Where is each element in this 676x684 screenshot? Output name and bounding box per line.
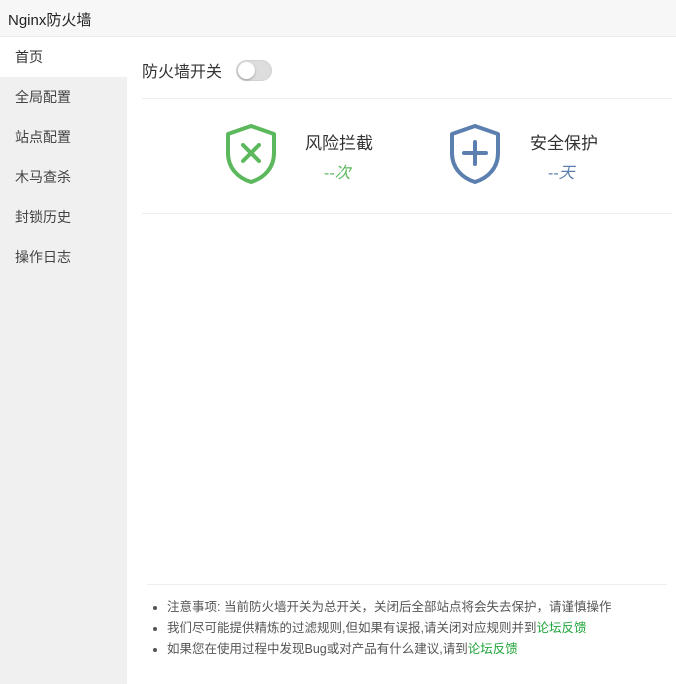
divider: [142, 213, 672, 214]
note-item: 如果您在使用过程中发现Bug或对产品有什么建议,请到论坛反馈: [167, 639, 672, 660]
sidebar-item-global-config[interactable]: 全局配置: [0, 77, 127, 117]
sidebar-item-block-history[interactable]: 封锁历史: [0, 197, 127, 237]
forum-feedback-link[interactable]: 论坛反馈: [468, 642, 518, 656]
title-bar: Nginx防火墙: [0, 0, 676, 37]
firewall-switch-label: 防火墙开关: [142, 64, 223, 81]
firewall-switch-row: 防火墙开关: [142, 58, 273, 82]
sidebar-item-site-config[interactable]: 站点配置: [0, 117, 127, 157]
sidebar: 首页 全局配置 站点配置 木马查杀 封锁历史 操作日志: [0, 37, 127, 684]
shield-plus-icon: [450, 124, 500, 184]
note-item: 注意事项: 当前防火墙开关为总开关，关闭后全部站点将会失去保护，请谨慎操作: [167, 597, 672, 618]
risk-intercept-value: --次: [324, 165, 351, 182]
risk-intercept-label: 风险拦截: [305, 134, 373, 153]
security-protection-value: --天: [548, 165, 575, 182]
notes-section: 注意事项: 当前防火墙开关为总开关，关闭后全部站点将会失去保护，请谨慎操作 我们…: [147, 597, 672, 660]
security-protection-label: 安全保护: [530, 134, 598, 153]
window-title: Nginx防火墙: [8, 12, 92, 29]
toggle-knob: [238, 61, 256, 79]
sidebar-item-home[interactable]: 首页: [0, 37, 127, 77]
forum-feedback-link[interactable]: 论坛反馈: [536, 621, 586, 635]
divider: [147, 584, 667, 585]
divider: [142, 98, 672, 99]
sidebar-item-trojan-scan[interactable]: 木马查杀: [0, 157, 127, 197]
firewall-toggle[interactable]: [236, 59, 273, 81]
sidebar-item-operation-log[interactable]: 操作日志: [0, 237, 127, 277]
main-panel: 防火墙开关 风险拦截 --次 安全保护 --天 注意事项: 当前防火墙开关为总开…: [127, 37, 676, 684]
shield-x-icon: [226, 124, 276, 184]
note-item: 我们尽可能提供精炼的过滤规则,但如果有误报,请关闭对应规则并到论坛反馈: [167, 618, 672, 639]
